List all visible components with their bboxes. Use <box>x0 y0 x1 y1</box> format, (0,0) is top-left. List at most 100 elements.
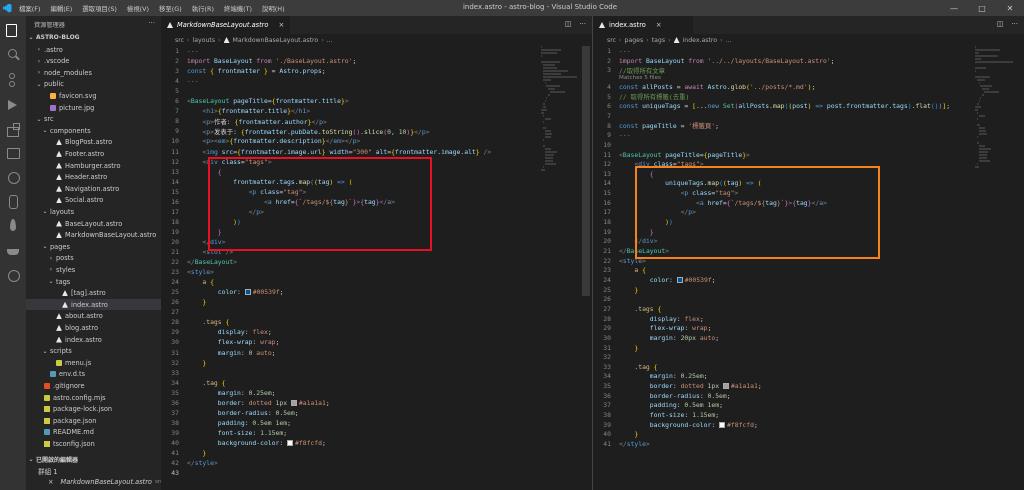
folder-row[interactable]: ⌄ components <box>26 125 161 136</box>
menu-file[interactable]: 檔案(F) <box>14 4 45 13</box>
project-root-row[interactable]: ⌄ ASTRO-BLOG <box>26 32 161 43</box>
tab-index-astro[interactable]: index.astro × <box>593 16 693 34</box>
open-editors-group[interactable]: 群組 1 <box>26 465 161 476</box>
file-row[interactable]: Navigation.astro <box>26 183 161 194</box>
close-icon[interactable]: × <box>48 478 54 486</box>
folder-row[interactable]: › posts <box>26 253 161 264</box>
code-line[interactable]: 24 color: #00539f; <box>593 275 715 285</box>
code-line[interactable]: 23 <style> <box>161 267 214 277</box>
code-line[interactable]: 42 </style> <box>161 458 218 468</box>
code-line[interactable]: 2 import BaseLayout from '../../layouts/B… <box>593 56 834 66</box>
split-editor-icon[interactable]: ◫ <box>997 20 1004 28</box>
extensions-icon[interactable] <box>6 122 20 137</box>
menu-selection[interactable]: 選取項目(S) <box>77 4 122 13</box>
file-row[interactable]: tsconfig.json <box>26 438 161 449</box>
code-line[interactable]: 39 background-color: #f8fcfd; <box>593 420 758 430</box>
file-row[interactable]: BaseLayout.astro <box>26 218 161 229</box>
code-line[interactable]: 26 } <box>161 297 206 307</box>
file-row[interactable]: favicon.svg <box>26 90 161 101</box>
menu-help[interactable]: 說明(H) <box>257 4 290 13</box>
breadcrumb-item[interactable]: src <box>607 37 616 44</box>
code-line[interactable]: 29 display: flex; <box>161 327 271 337</box>
figma-icon[interactable] <box>6 194 20 209</box>
file-row[interactable]: blog.astro <box>26 322 161 333</box>
close-icon[interactable]: ✕ <box>996 0 1024 16</box>
file-row[interactable]: [tag].astro <box>26 288 161 299</box>
code-line[interactable]: 31 margin: 0 auto; <box>161 348 275 358</box>
run-debug-icon[interactable] <box>6 98 20 112</box>
code-line[interactable]: 37 padding: 0.5em 1em; <box>593 400 723 410</box>
close-tab-icon[interactable]: × <box>278 21 284 29</box>
code-line[interactable]: 28 .tags { <box>161 317 229 327</box>
code-line[interactable]: 9 --- <box>593 130 630 140</box>
maximize-icon[interactable]: □ <box>968 0 996 16</box>
remote-explorer-icon[interactable] <box>6 146 20 160</box>
code-line[interactable]: 38 font-size: 1.15em; <box>593 410 719 420</box>
file-row[interactable]: package-lock.json <box>26 404 161 415</box>
code-line[interactable]: 10 <box>593 140 619 150</box>
file-row[interactable]: picture.jpg <box>26 102 161 113</box>
minimap-right[interactable] <box>975 46 1015 476</box>
code-editor-left[interactable]: 1 --- 2 import BaseLayout from './BaseLayou… <box>161 46 592 490</box>
code-line[interactable]: 33 .tag { <box>593 362 657 372</box>
timer-icon[interactable] <box>6 268 20 282</box>
mongodb-icon[interactable] <box>6 218 20 232</box>
menu-go[interactable]: 移至(G) <box>154 4 187 13</box>
file-row[interactable]: README.md <box>26 427 161 438</box>
folder-row[interactable]: › .astro <box>26 44 161 55</box>
open-editor-item[interactable]: ×MarkdownBaseLayout.astrosrc... <box>26 476 161 487</box>
minimap-left[interactable] <box>541 46 581 476</box>
breadcrumb-item[interactable]: tags <box>652 37 665 44</box>
code-line[interactable]: 28 display: flex; <box>593 314 703 324</box>
code-line[interactable]: 30 flex-wrap: wrap; <box>161 337 279 347</box>
breadcrumb-item[interactable]: index.astro <box>683 37 718 44</box>
code-line[interactable]: 31 } <box>593 343 638 353</box>
testing-icon[interactable] <box>6 170 20 184</box>
folder-row[interactable]: ⌄ src <box>26 114 161 125</box>
matches-info[interactable]: Matches 5 files <box>619 75 661 81</box>
code-line[interactable]: 4 --- <box>161 76 198 86</box>
breadcrumb-item[interactable]: ... <box>327 37 333 44</box>
more-actions-icon[interactable]: ··· <box>148 19 155 27</box>
code-line[interactable]: 3 const { frontmatter } = Astro.props; <box>161 66 325 76</box>
file-row[interactable]: Footer.astro <box>26 148 161 159</box>
breadcrumb-item[interactable]: ... <box>726 37 732 44</box>
menu-view[interactable]: 檢視(V) <box>122 4 154 13</box>
code-line[interactable]: 11 <img src={frontmatter.image.url} widt… <box>161 147 491 157</box>
code-line[interactable]: 40 } <box>593 429 638 439</box>
code-line[interactable]: 32 } <box>161 358 206 368</box>
code-line[interactable]: 27 .tags { <box>593 304 661 314</box>
code-line[interactable]: 6 <BaseLayout pageTitle={frontmatter.titl… <box>161 96 349 106</box>
code-line[interactable]: 4 const allPosts = await Astro.glob('../p… <box>593 82 815 92</box>
file-row[interactable]: index.astro <box>26 334 161 345</box>
codelens-hint[interactable]: Matches 5 files <box>593 74 661 82</box>
code-line[interactable]: 35 margin: 0.25em; <box>161 388 275 398</box>
code-line[interactable]: 34 margin: 0.25em; <box>593 371 707 381</box>
code-line[interactable]: 25 color: #00539f; <box>161 287 283 297</box>
code-line[interactable]: 26 <box>593 294 619 304</box>
code-line[interactable]: 41 </style> <box>593 439 650 449</box>
code-line[interactable]: 36 border-radius: 0.5em; <box>593 391 730 401</box>
code-line[interactable]: 27 <box>161 307 187 317</box>
code-line[interactable]: 34 .tag { <box>161 378 225 388</box>
code-line[interactable]: 2 import BaseLayout from './BaseLayout.as… <box>161 56 356 66</box>
folder-row[interactable]: › node_modules <box>26 67 161 78</box>
more-actions-icon[interactable]: ··· <box>1011 20 1018 28</box>
file-row[interactable]: env.d.ts <box>26 369 161 380</box>
folder-row[interactable]: ⌄ tags <box>26 276 161 287</box>
file-row[interactable]: astro.config.mjs <box>26 392 161 403</box>
file-row[interactable]: BlogPost.astro <box>26 137 161 148</box>
folder-row[interactable]: › .vscode <box>26 56 161 67</box>
folder-row[interactable]: ⌄ scripts <box>26 346 161 357</box>
code-line[interactable]: 24 a { <box>161 277 214 287</box>
minimize-icon[interactable]: — <box>940 0 968 16</box>
code-line[interactable]: 1 --- <box>161 46 198 56</box>
code-line[interactable]: 40 background-color: #f8fcfd; <box>161 438 326 448</box>
code-line[interactable]: 23 a { <box>593 265 646 275</box>
scrollbar-left[interactable] <box>582 46 590 296</box>
folder-row[interactable]: ⌄ pages <box>26 241 161 252</box>
code-line[interactable]: 7 <box>593 111 619 121</box>
folder-row[interactable]: ⌄ public <box>26 79 161 90</box>
code-line[interactable]: 39 font-size: 1.15em; <box>161 428 287 438</box>
menu-terminal[interactable]: 終端機(T) <box>219 4 257 13</box>
